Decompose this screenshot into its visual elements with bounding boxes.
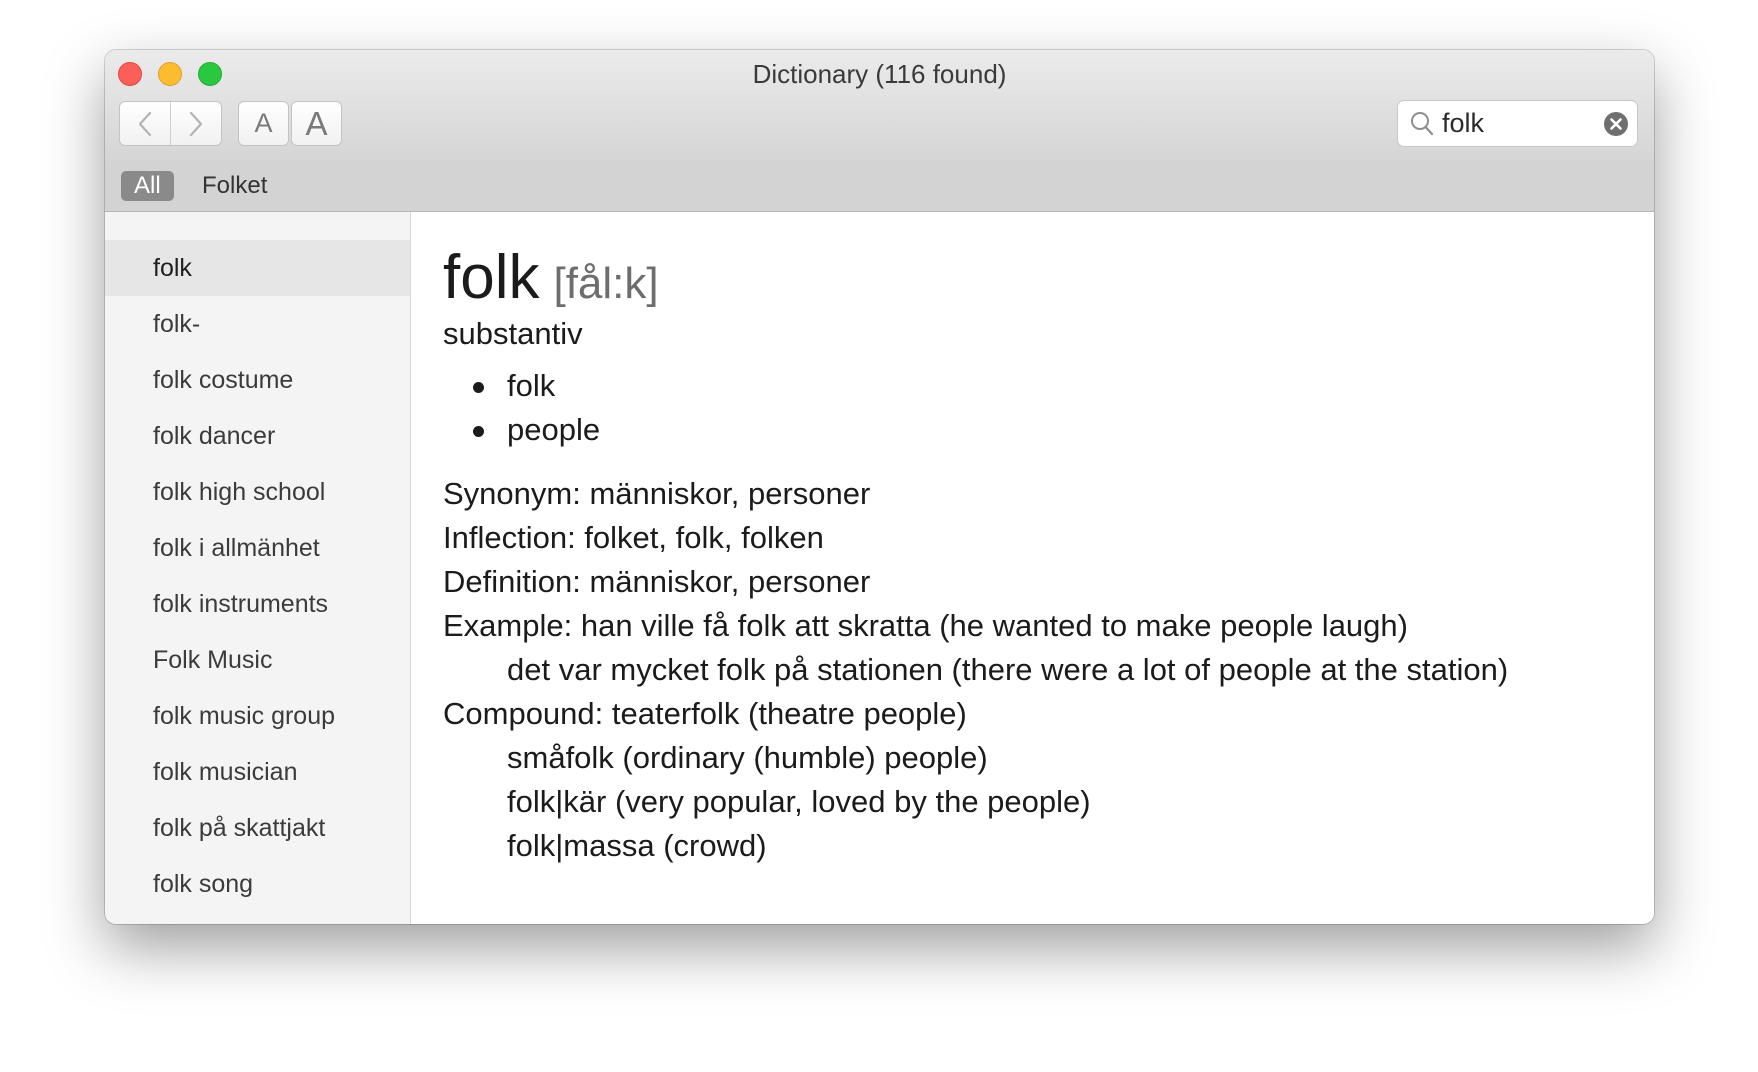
list-item[interactable]: folk (105, 240, 410, 296)
list-item[interactable]: folk music group (105, 688, 410, 744)
scope-bar: All Folket (105, 161, 1654, 212)
inflection-line: Inflection: folket, folk, folken (443, 520, 824, 555)
titlebar: Dictionary (116 found) A A (105, 50, 1654, 162)
pronunciation: [fål:k] (553, 259, 659, 308)
entry-heading: folk [fål:k] (443, 242, 1654, 320)
window-title: Dictionary (116 found) (752, 59, 1007, 89)
search-icon (1411, 112, 1434, 136)
search-field[interactable] (1397, 100, 1638, 147)
scope-all-button[interactable]: All (121, 171, 174, 201)
sense-list: folk people (443, 364, 1654, 452)
compound-line: folk|kär (very popular, loved by the peo… (507, 784, 1091, 819)
search-input[interactable] (1442, 107, 1592, 139)
list-item[interactable]: folk- (105, 296, 410, 352)
definition-line: Definition: människor, personer (443, 564, 871, 599)
compound-line: småfolk (ordinary (humble) people) (507, 740, 988, 775)
sense-item: people (443, 408, 1654, 452)
list-item[interactable]: folk i allmänhet (105, 520, 410, 576)
synonym-line: Synonym: människor, personer (443, 476, 871, 511)
results-list: folk folk- folk costume folk dancer folk… (105, 240, 410, 912)
list-item[interactable]: folk high school (105, 464, 410, 520)
example-line: Example: han ville få folk att skratta (… (443, 608, 1408, 643)
results-sidebar: folk folk- folk costume folk dancer folk… (105, 212, 411, 924)
compound-line: Compound: teaterfolk (theatre people) (443, 696, 967, 731)
back-button[interactable] (120, 102, 170, 145)
list-item[interactable]: folk dancer (105, 408, 410, 464)
clear-search-icon[interactable] (1603, 111, 1629, 137)
increase-font-size-button[interactable]: A (291, 101, 342, 146)
list-item[interactable]: folk instruments (105, 576, 410, 632)
chevron-right-icon (189, 111, 203, 136)
decrease-font-size-button[interactable]: A (238, 101, 289, 146)
scope-folket-button[interactable]: Folket (198, 171, 271, 201)
list-item[interactable]: folk på skattjakt (105, 800, 410, 856)
list-item[interactable]: folk musician (105, 744, 410, 800)
chevron-left-icon (138, 111, 152, 136)
list-item[interactable]: folk costume (105, 352, 410, 408)
compound-line: folk|massa (crowd) (507, 828, 767, 863)
entry-fields: Synonym: människor, personer Inflection:… (443, 472, 1654, 868)
dictionary-window: Dictionary (116 found) A A folk All Folk… (105, 50, 1654, 924)
forward-button[interactable] (170, 102, 221, 145)
list-item[interactable]: Folk Music (105, 632, 410, 688)
headword: folk (443, 243, 540, 312)
list-item[interactable]: folk song (105, 856, 410, 912)
example-line: det var mycket folk på stationen (there … (507, 652, 1509, 687)
sense-item: folk (443, 364, 1654, 408)
navigation-button-group (119, 101, 222, 146)
part-of-speech: substantiv (443, 316, 583, 351)
entry-content: folk [fål:k] substantiv folk people Synon… (411, 212, 1654, 924)
desktop-background: Dictionary (116 found) A A folk All Folk… (0, 0, 1758, 1072)
